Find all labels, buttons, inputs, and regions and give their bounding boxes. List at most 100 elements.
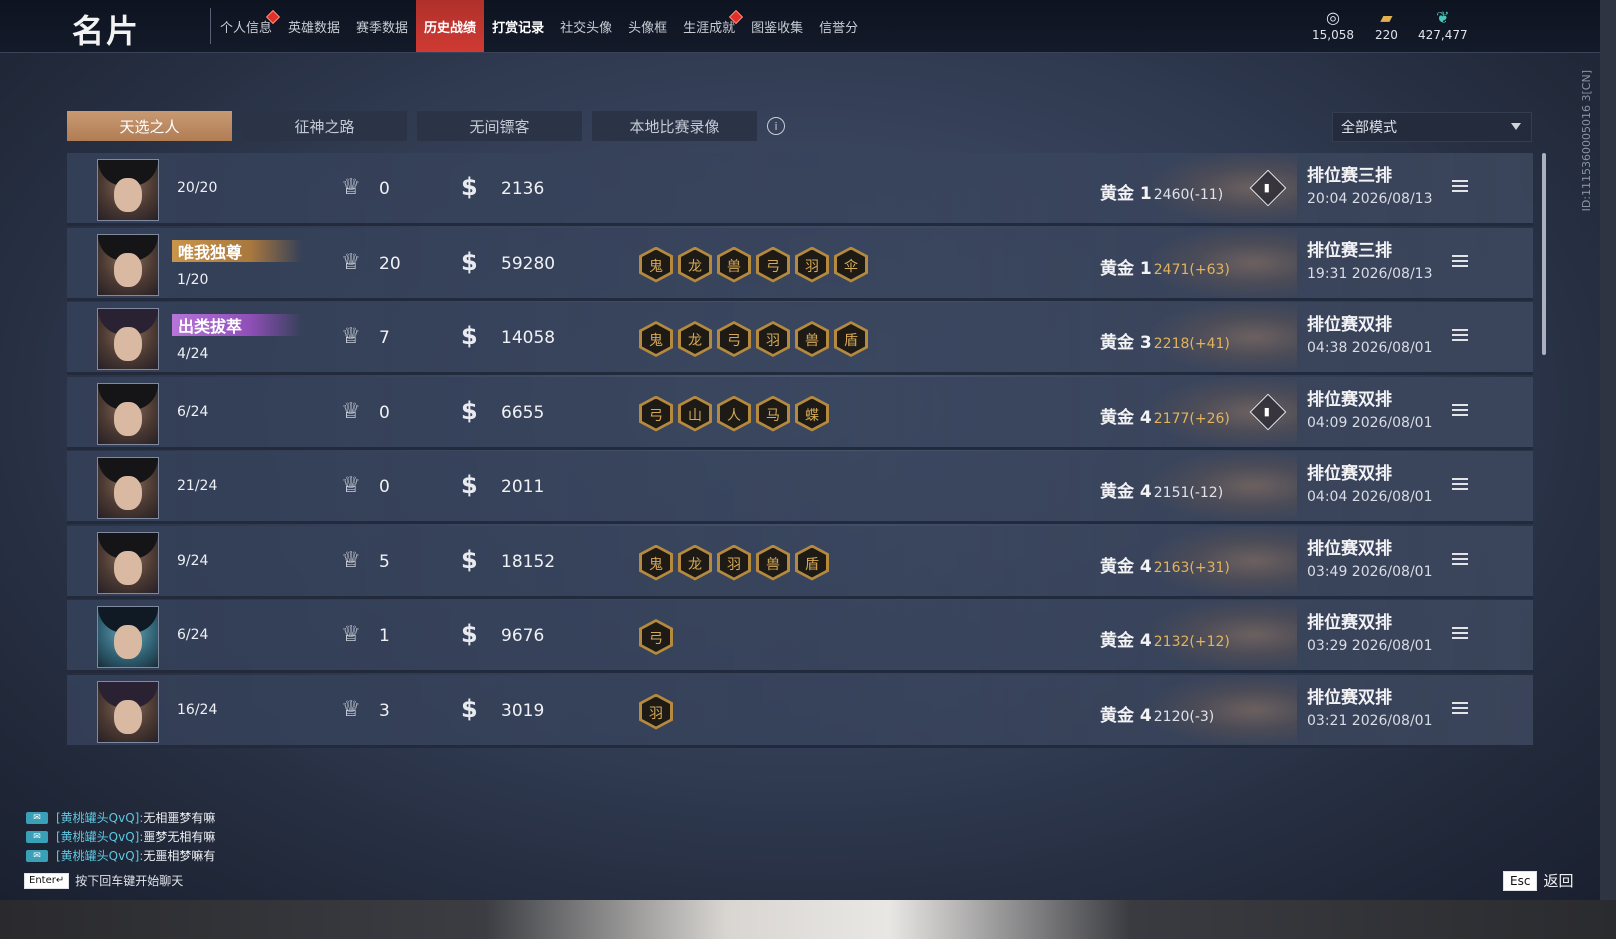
details-menu-icon[interactable] [1452, 627, 1468, 641]
match-row[interactable]: 6/24 ♕ 0 $6655 弓山人马蝶黄金 4 2177(+26) ▮ 排位赛双排 04:09… [67, 376, 1533, 450]
kills-icon: ♕ [341, 696, 361, 722]
item-hex-icon[interactable]: 龙 [678, 246, 712, 283]
item-list: 鬼龙羽兽盾 [639, 544, 829, 581]
item-hex-icon[interactable]: 弓 [639, 619, 673, 655]
item-hex-icon[interactable]: 兽 [795, 321, 829, 357]
kills-icon: ♕ [341, 398, 361, 424]
page-title: 名片 [72, 12, 141, 50]
mode-select[interactable]: 全部模式 [1332, 112, 1532, 142]
match-row[interactable]: 6/24 ♕ 1 $9676 弓 黄金 4 2132(+12) 排位赛双排 03:29 2026… [67, 600, 1533, 673]
gold-value: 14058 [501, 328, 556, 348]
match-time: 04:04 2026/08/01 [1307, 489, 1433, 505]
tier-name: 黄金 4 [1100, 631, 1152, 651]
item-list: 弓 [639, 619, 673, 655]
match-mode: 排位赛双排 [1307, 613, 1392, 633]
item-hex-icon[interactable]: 羽 [639, 693, 673, 730]
kills-value: 0 [379, 179, 390, 199]
item-glyph: 弓 [766, 258, 780, 275]
match-time: 03:21 2026/08/01 [1307, 712, 1433, 729]
item-glyph: 龙 [688, 556, 702, 573]
match-row[interactable]: 9/24 ♕ 5 $18152 鬼 龙 羽 兽 盾 黄金 4 2163(+31) 排位赛双排 03:49… [67, 525, 1533, 599]
item-hex-icon[interactable]: 盾 [834, 321, 868, 357]
tier-label: 黄金 1 2471(+63) [1100, 254, 1230, 279]
item-hex-icon[interactable]: 盾 [795, 544, 829, 581]
tab-zhengshen[interactable]: 征神之路 [242, 111, 407, 141]
nav-item[interactable]: 打赏记录 [484, 0, 552, 52]
match-row[interactable]: 16/24 ♕ 3 $3019 羽 黄金 4 2120(-3) 排位赛双排 03:21 2026… [67, 674, 1533, 748]
item-hex-icon[interactable]: 龙 [678, 321, 712, 357]
item-glyph: 蝶 [805, 407, 819, 424]
details-menu-icon[interactable] [1452, 478, 1468, 492]
chevron-down-icon [1511, 123, 1521, 130]
nav-item[interactable]: 图鉴收集 [743, 0, 811, 52]
nav-item[interactable]: 社交头像 [552, 0, 620, 52]
chat-input-hint[interactable]: Enter↵ 按下回车键开始聊天 [24, 872, 183, 889]
item-hex-icon[interactable]: 龙 [678, 544, 712, 581]
item-hex-icon[interactable]: 人 [717, 395, 751, 432]
nav-item[interactable]: 个人信息 [212, 0, 281, 52]
kills-icon: ♕ [341, 249, 361, 275]
nav-item[interactable]: 英雄数据 [280, 0, 348, 52]
tier-name: 黄金 1 [1100, 184, 1152, 204]
item-hex-icon[interactable]: 羽 [717, 544, 751, 581]
match-row[interactable]: 唯我独尊 1/20 ♕ 20 $59280 鬼 龙 兽 弓 羽 伞 黄金 1 2471(+63) 排位赛三… [67, 227, 1533, 301]
details-menu-icon[interactable] [1452, 701, 1468, 716]
item-hex-icon[interactable]: 马 [756, 395, 790, 432]
item-hex-icon[interactable]: 鬼 [639, 246, 673, 283]
gold-value: 18152 [501, 551, 556, 572]
hero-avatar [97, 233, 159, 296]
item-hex-icon[interactable]: 羽 [795, 246, 829, 283]
item-glyph: 鬼 [649, 333, 663, 349]
item-hex-icon[interactable]: 弓 [717, 321, 751, 357]
tab-tianxuan[interactable]: 天选之人 [67, 111, 232, 141]
divider [210, 8, 211, 44]
nav-label: 打赏记录 [492, 20, 545, 36]
nav-item[interactable]: 赛季数据 [348, 0, 416, 52]
gold-icon: $ [461, 396, 478, 425]
item-glyph: 弓 [727, 333, 741, 349]
match-mode: 排位赛三排 [1307, 240, 1392, 261]
item-hex-icon[interactable]: 伞 [834, 246, 868, 283]
details-menu-icon[interactable] [1452, 329, 1468, 343]
item-hex-icon[interactable]: 羽 [756, 321, 790, 357]
gold-icon: $ [461, 694, 478, 723]
item-hex-icon[interactable]: 鬼 [639, 544, 673, 581]
score-change: 2163(+31) [1153, 559, 1230, 576]
item-hex-icon[interactable]: 鬼 [639, 321, 673, 357]
hero-avatar [97, 159, 159, 221]
item-hex-icon[interactable]: 山 [678, 395, 712, 432]
details-menu-icon[interactable] [1452, 254, 1468, 269]
back-button[interactable]: Esc 返回 [1503, 870, 1573, 891]
details-menu-icon[interactable] [1452, 552, 1468, 567]
match-row[interactable]: 出类拔萃 4/24 ♕ 7 $14058 鬼 龙 弓 羽 兽 盾 黄金 3 2218(+41) 排位赛双排… [67, 302, 1533, 375]
tier-label: 黄金 4 2132(+12) [1100, 626, 1230, 651]
placement: 1/20 [177, 271, 209, 288]
scrollbar[interactable] [1542, 153, 1546, 355]
match-time: 20:04 2026/08/13 [1307, 191, 1433, 207]
nav-label: 赛季数据 [356, 20, 409, 36]
nav-item[interactable]: 头像框 [620, 0, 675, 52]
nav-item[interactable]: 信誉分 [811, 0, 866, 52]
nav-item[interactable]: 生涯成就 [675, 0, 744, 52]
details-menu-icon[interactable] [1452, 403, 1468, 418]
item-hex-icon[interactable]: 兽 [717, 246, 751, 283]
placement: 20/20 [177, 180, 218, 196]
item-hex-icon[interactable]: 兽 [756, 544, 790, 581]
gold-ticket-icon: ▰ [1380, 8, 1393, 27]
tab-local-replay[interactable]: 本地比赛录像 [592, 111, 757, 141]
item-glyph: 弓 [649, 631, 663, 647]
item-hex-icon[interactable]: 蝶 [795, 395, 829, 432]
tier-name: 黄金 4 [1100, 482, 1152, 502]
match-row[interactable]: 21/24 ♕ 0 $2011 黄金 4 2151(-12) 排位赛双排 04:04 2026… [67, 451, 1533, 524]
tab-wujian[interactable]: 无间镖客 [417, 111, 582, 141]
nav-item[interactable]: 历史战绩 [416, 0, 485, 52]
kills-value: 1 [379, 626, 390, 646]
chat-sender: [黄桃罐头QvQ]: [56, 830, 144, 844]
info-icon[interactable]: i [767, 117, 785, 135]
item-hex-icon[interactable]: 弓 [639, 395, 673, 432]
nav-label: 图鉴收集 [751, 20, 804, 36]
item-glyph: 鬼 [649, 258, 663, 275]
match-row[interactable]: 20/20 ♕ 0 $2136 黄金 1 2460(-11) ▮ 排位赛三排 20:04 202… [67, 153, 1533, 226]
item-hex-icon[interactable]: 弓 [756, 246, 790, 283]
details-menu-icon[interactable] [1452, 180, 1468, 194]
